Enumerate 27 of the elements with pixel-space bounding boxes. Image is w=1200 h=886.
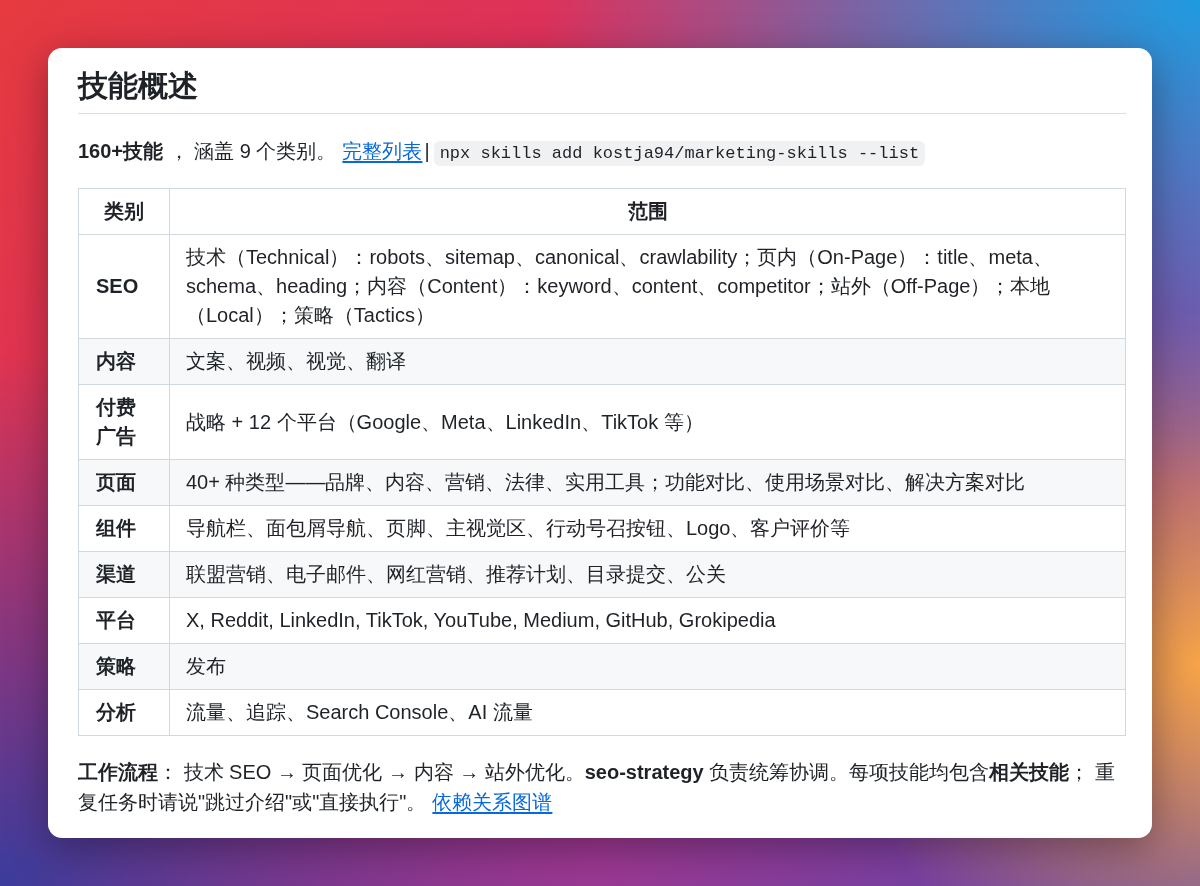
intro-text: 160+技能 ， 涵盖 9 个类别。 — [78, 140, 337, 162]
scope-cell: X, Reddit, LinkedIn, TikTok, YouTube, Medium, GitHub, Grokipedia — [169, 597, 1126, 644]
category-cell: 付费广告 — [78, 384, 170, 460]
section-heading: 技能概述 — [78, 68, 198, 104]
scope-cell: 战略 + 12 个平台（Google、Meta、LinkedIn、TikTok 等） — [169, 384, 1126, 460]
scope-cell: 发布 — [169, 643, 1126, 690]
category-cell: 平台 — [78, 597, 170, 644]
category-cell: SEO — [78, 234, 170, 339]
column-header: 范围 — [169, 188, 1126, 235]
separator-text: | — [424, 140, 430, 162]
category-cell: 组件 — [78, 505, 170, 552]
workflow-paragraph: 工作流程： 技术 SEO → 页面优化 → 内容 → 站外优化。seo-strategy 负责统筹协调。每项技能均包含相关技能； 重复任务时请说"跳过介绍"或"直接执行"。 依赖关系图谱 — [78, 760, 1116, 815]
scope-cell: 40+ 种类型——品牌、内容、营销、法律、实用工具；功能对比、使用场景对比、解决方案对比 — [169, 459, 1126, 506]
category-cell: 策略 — [78, 643, 170, 690]
command-code: npx skills add kostja94/marketing-skills --list — [433, 141, 926, 166]
scope-cell: 联盟营销、电子邮件、网红营销、推荐计划、目录提交、公关 — [169, 551, 1126, 598]
column-header: 类别 — [78, 188, 170, 235]
scope-cell: 文案、视频、视觉、翻译 — [169, 338, 1126, 385]
full-list-link[interactable]: 完整列表 — [342, 140, 423, 162]
scope-cell: 导航栏、面包屑导航、页脚、主视觉区、行动号召按钮、Logo、客户评价等 — [169, 505, 1126, 552]
scope-cell: 流量、追踪、Search Console、AI 流量 — [169, 689, 1126, 736]
category-cell: 页面 — [78, 459, 170, 506]
category-cell: 内容 — [78, 338, 170, 385]
category-cell: 分析 — [78, 689, 170, 736]
dependency-graph-link[interactable]: 依赖关系图谱 — [432, 791, 553, 813]
category-cell: 渠道 — [78, 551, 170, 598]
scope-cell: 技术（Technical）：robots、sitemap、canonical、crawlability；页内（On-Page）：title、meta、schema、heading；内容（Content）：keyword、content、competitor；站外（Off-Page）；本地（Local）；策略（Tactics） — [169, 234, 1126, 339]
